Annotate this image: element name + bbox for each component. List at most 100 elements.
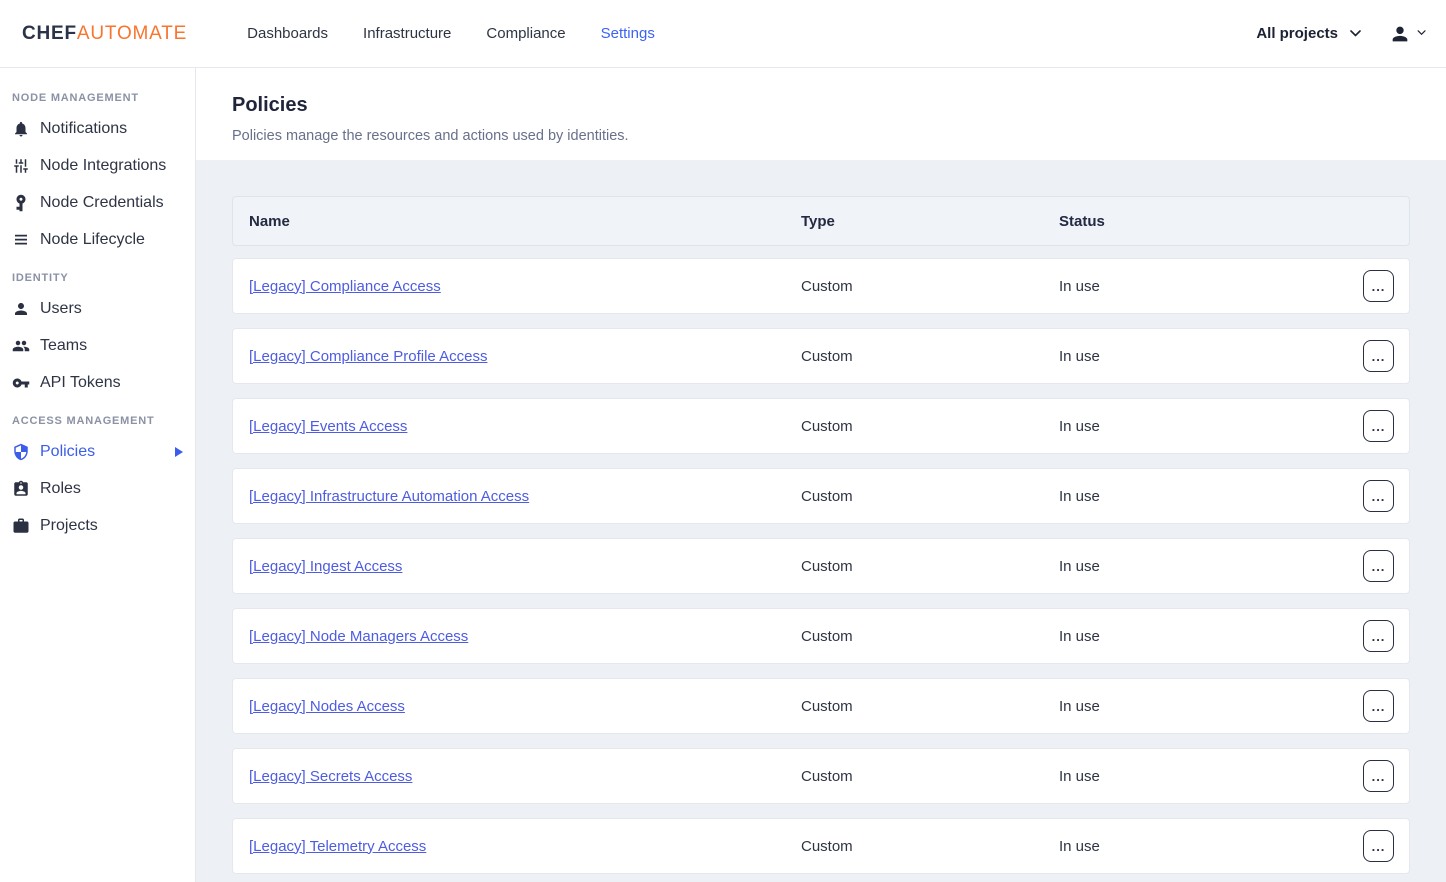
policy-name-cell: [Legacy] Ingest Access	[249, 558, 801, 575]
nav-item-dashboards[interactable]: Dashboards	[247, 25, 328, 42]
nav-item-settings[interactable]: Settings	[601, 25, 655, 42]
sliders-icon	[12, 157, 30, 175]
more-options-button[interactable]: ...	[1363, 270, 1394, 302]
policy-status-cell: In use	[1059, 418, 1363, 435]
column-header-status: Status	[1059, 213, 1409, 230]
policy-table-row: [Legacy] Compliance Profile AccessCustom…	[232, 328, 1410, 384]
table-header-row: Name Type Status	[232, 196, 1410, 246]
sidebar-item-notifications[interactable]: Notifications	[0, 110, 195, 147]
policy-status-cell: In use	[1059, 768, 1363, 785]
policy-name-link[interactable]: [Legacy] Node Managers Access	[249, 628, 468, 645]
sidebar-item-api-tokens[interactable]: API Tokens	[0, 364, 195, 401]
policy-type-cell: Custom	[801, 278, 1059, 295]
policy-table-row: [Legacy] Nodes AccessCustomIn use...	[232, 678, 1410, 734]
policy-name-cell: [Legacy] Node Managers Access	[249, 628, 801, 645]
more-options-button[interactable]: ...	[1363, 690, 1394, 722]
more-options-button[interactable]: ...	[1363, 340, 1394, 372]
sidebar-item-node-lifecycle[interactable]: Node Lifecycle	[0, 221, 195, 258]
policy-type-cell: Custom	[801, 628, 1059, 645]
more-options-button[interactable]: ...	[1363, 480, 1394, 512]
policy-status-cell: In use	[1059, 488, 1363, 505]
list-icon	[12, 231, 30, 249]
nav-item-compliance[interactable]: Compliance	[486, 25, 565, 42]
sidebar-section: ACCESS MANAGEMENTPolicies Roles Projects	[0, 407, 195, 544]
sidebar-item-label: Node Integrations	[40, 157, 166, 175]
sidebar-item-label: Projects	[40, 517, 98, 535]
badge-icon	[12, 480, 30, 498]
sidebar-item-policies[interactable]: Policies	[0, 433, 195, 470]
more-options-button[interactable]: ...	[1363, 830, 1394, 862]
policy-name-link[interactable]: [Legacy] Infrastructure Automation Acces…	[249, 488, 529, 505]
page-title: Policies	[232, 94, 1410, 117]
policy-name-link[interactable]: [Legacy] Ingest Access	[249, 558, 402, 575]
column-header-name: Name	[249, 213, 801, 230]
policy-type-cell: Custom	[801, 558, 1059, 575]
sidebar-item-label: Node Credentials	[40, 194, 164, 212]
main-content: Policies Policies manage the resources a…	[196, 68, 1446, 882]
policy-type-cell: Custom	[801, 488, 1059, 505]
policy-name-link[interactable]: [Legacy] Compliance Access	[249, 278, 441, 295]
chevron-down-icon	[1350, 30, 1361, 37]
projects-filter-dropdown[interactable]: All projects	[1256, 25, 1361, 42]
sidebar-item-users[interactable]: Users	[0, 290, 195, 327]
sidebar-item-label: API Tokens	[40, 374, 121, 392]
more-options-button[interactable]: ...	[1363, 410, 1394, 442]
policy-table-row: [Legacy] Ingest AccessCustomIn use...	[232, 538, 1410, 594]
sidebar-item-node-credentials[interactable]: Node Credentials	[0, 184, 195, 221]
policy-type-cell: Custom	[801, 768, 1059, 785]
more-options-button[interactable]: ...	[1363, 760, 1394, 792]
chevron-down-icon	[1417, 30, 1428, 37]
column-header-type: Type	[801, 213, 1059, 230]
key-vertical-icon	[12, 194, 30, 212]
policy-status-cell: In use	[1059, 698, 1363, 715]
policy-table-row: [Legacy] Events AccessCustomIn use...	[232, 398, 1410, 454]
policy-name-cell: [Legacy] Compliance Access	[249, 278, 801, 295]
nav-item-infrastructure[interactable]: Infrastructure	[363, 25, 451, 42]
settings-sidebar: NODE MANAGEMENTNotificationsNode Integra…	[0, 68, 196, 882]
more-options-button[interactable]: ...	[1363, 620, 1394, 652]
sidebar-item-projects[interactable]: Projects	[0, 507, 195, 544]
policy-name-link[interactable]: [Legacy] Compliance Profile Access	[249, 348, 487, 365]
policy-status-cell: In use	[1059, 348, 1363, 365]
bell-icon	[12, 120, 30, 138]
policy-name-link[interactable]: [Legacy] Telemetry Access	[249, 838, 426, 855]
sidebar-item-node-integrations[interactable]: Node Integrations	[0, 147, 195, 184]
policy-status-cell: In use	[1059, 628, 1363, 645]
sidebar-section-title: ACCESS MANAGEMENT	[0, 407, 195, 433]
key-icon	[12, 374, 30, 392]
policy-name-cell: [Legacy] Secrets Access	[249, 768, 801, 785]
projects-filter-label: All projects	[1256, 25, 1338, 42]
topbar-right: All projects	[1256, 23, 1446, 45]
sidebar-item-label: Roles	[40, 480, 81, 498]
briefcase-icon	[12, 517, 30, 535]
more-options-button[interactable]: ...	[1363, 550, 1394, 582]
policy-table-row: [Legacy] Node Managers Access CustomIn us…	[232, 608, 1410, 664]
policy-status-cell: In use	[1059, 838, 1363, 855]
policy-name-link[interactable]: [Legacy] Events Access	[249, 418, 407, 435]
logo-chef-text: CHEF	[22, 23, 77, 44]
sidebar-item-label: Teams	[40, 337, 87, 355]
policy-name-link[interactable]: [Legacy] Nodes Access	[249, 698, 405, 715]
policy-type-cell: Custom	[801, 838, 1059, 855]
logo-automate-text: AUTOMATE	[77, 23, 187, 44]
user-menu[interactable]	[1389, 23, 1428, 45]
shield-icon	[12, 443, 30, 461]
sidebar-item-label: Users	[40, 300, 82, 318]
user-avatar-icon	[1389, 23, 1411, 45]
policy-name-cell: [Legacy] Compliance Profile Access	[249, 348, 801, 365]
sidebar-section: IDENTITYUsersTeamsAPI Tokens	[0, 264, 195, 401]
sidebar-section: NODE MANAGEMENTNotificationsNode Integra…	[0, 84, 195, 258]
policy-table-row: [Legacy] Compliance AccessCustomIn use..…	[232, 258, 1410, 314]
main-nav: Dashboards Infrastructure Compliance Settin…	[247, 25, 655, 42]
person-icon	[12, 300, 30, 318]
policies-panel: Name Type Status [Legacy] Compliance Acc…	[196, 160, 1446, 882]
sidebar-item-teams[interactable]: Teams	[0, 327, 195, 364]
policy-table-row: [Legacy] Infrastructure Automation Acces…	[232, 468, 1410, 524]
page-header: Policies Policies manage the resources a…	[196, 68, 1446, 160]
policy-table-row: [Legacy] Telemetry Access CustomIn use...	[232, 818, 1410, 874]
sidebar-item-label: Notifications	[40, 120, 127, 138]
policy-name-link[interactable]: [Legacy] Secrets Access	[249, 768, 412, 785]
submenu-arrow-icon	[175, 447, 183, 457]
sidebar-item-roles[interactable]: Roles	[0, 470, 195, 507]
policy-name-cell: [Legacy] Events Access	[249, 418, 801, 435]
